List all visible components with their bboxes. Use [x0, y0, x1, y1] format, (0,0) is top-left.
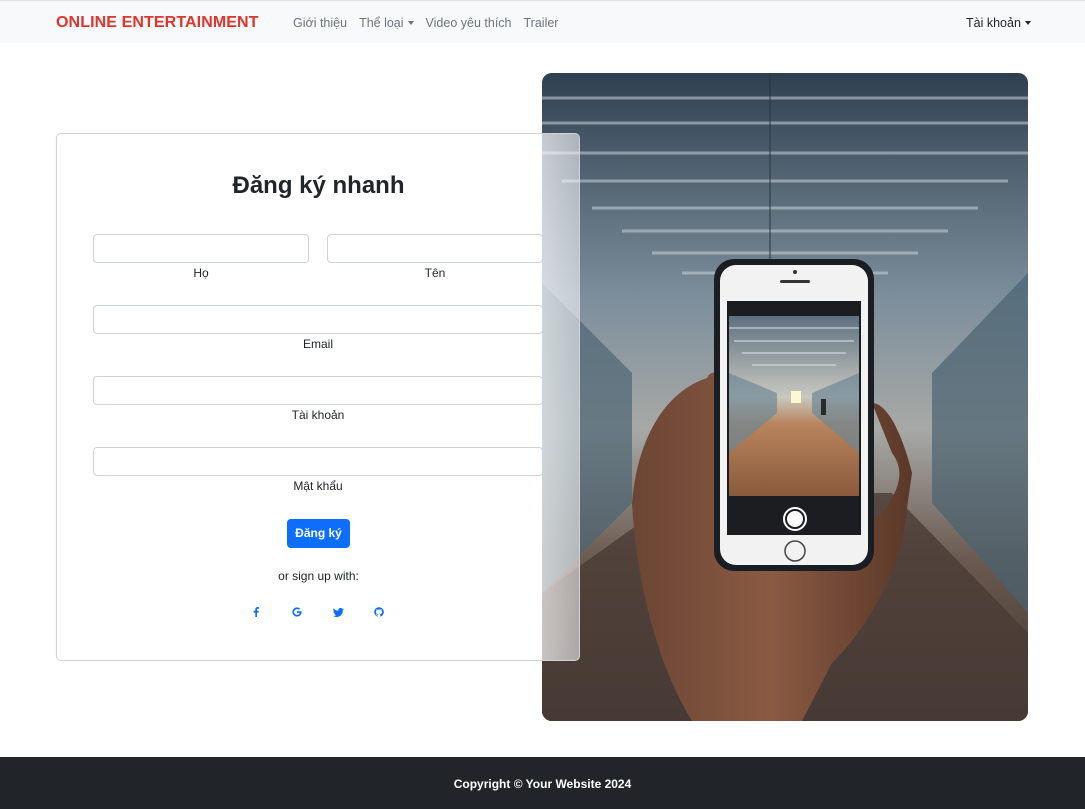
last-name-input[interactable]	[94, 235, 308, 262]
nav-link-label: Video yêu thích	[425, 16, 512, 30]
nav-links: Giới thiệu Thể loại Video yêu thích Trai…	[293, 16, 558, 30]
google-icon[interactable]	[289, 604, 305, 620]
footer: Copyright © Your Website 2024	[0, 757, 1085, 809]
email-label: Email	[302, 337, 333, 351]
brand-logo[interactable]: ONLINE ENTERTAINMENT	[56, 14, 259, 32]
first-name-field[interactable]	[327, 234, 543, 263]
nav-link-trailer[interactable]: Trailer	[524, 16, 559, 30]
caret-down-icon	[407, 21, 414, 25]
copyright-text: Copyright © Your Website 2024	[453, 777, 632, 791]
username-field[interactable]	[93, 376, 543, 405]
signup-button[interactable]: Đăng ký	[287, 519, 350, 548]
account-label: Tài khoản	[966, 16, 1021, 30]
nav-link-label: Giới thiệu	[293, 16, 348, 30]
nav-link-video-yeu-thich[interactable]: Video yêu thích	[426, 16, 512, 30]
navbar: ONLINE ENTERTAINMENT Giới thiệu Thể loại…	[0, 0, 1085, 43]
nav-link-label: Thể loại	[359, 16, 404, 30]
email-field[interactable]	[93, 305, 543, 334]
twitter-icon[interactable]	[330, 604, 346, 620]
facebook-icon[interactable]	[248, 604, 264, 620]
username-input[interactable]	[94, 377, 542, 404]
github-icon[interactable]	[371, 604, 387, 620]
last-name-field[interactable]	[93, 234, 309, 263]
hero-image	[542, 73, 1028, 721]
username-label: Tài khoản	[291, 408, 345, 422]
account-dropdown[interactable]: Tài khoản	[966, 16, 1031, 30]
email-input[interactable]	[94, 306, 542, 333]
first-name-label: Tên	[424, 266, 446, 280]
form-title: Đăng ký nhanh	[232, 172, 405, 199]
last-name-label: Họ	[193, 266, 209, 280]
nav-link-label: Trailer	[523, 16, 559, 30]
password-label: Mật khẩu	[293, 479, 343, 493]
nav-link-the-loai[interactable]: Thể loại	[359, 16, 414, 30]
password-field[interactable]	[93, 447, 543, 476]
nav-link-gioi-thieu[interactable]: Giới thiệu	[293, 16, 347, 30]
signup-card: Đăng ký nhanh Họ Tên Email Tài khoản Mật…	[56, 133, 580, 661]
caret-down-icon	[1024, 21, 1031, 25]
alt-signup-text: or sign up with:	[278, 569, 359, 583]
first-name-input[interactable]	[328, 235, 542, 262]
password-input[interactable]	[94, 448, 542, 475]
